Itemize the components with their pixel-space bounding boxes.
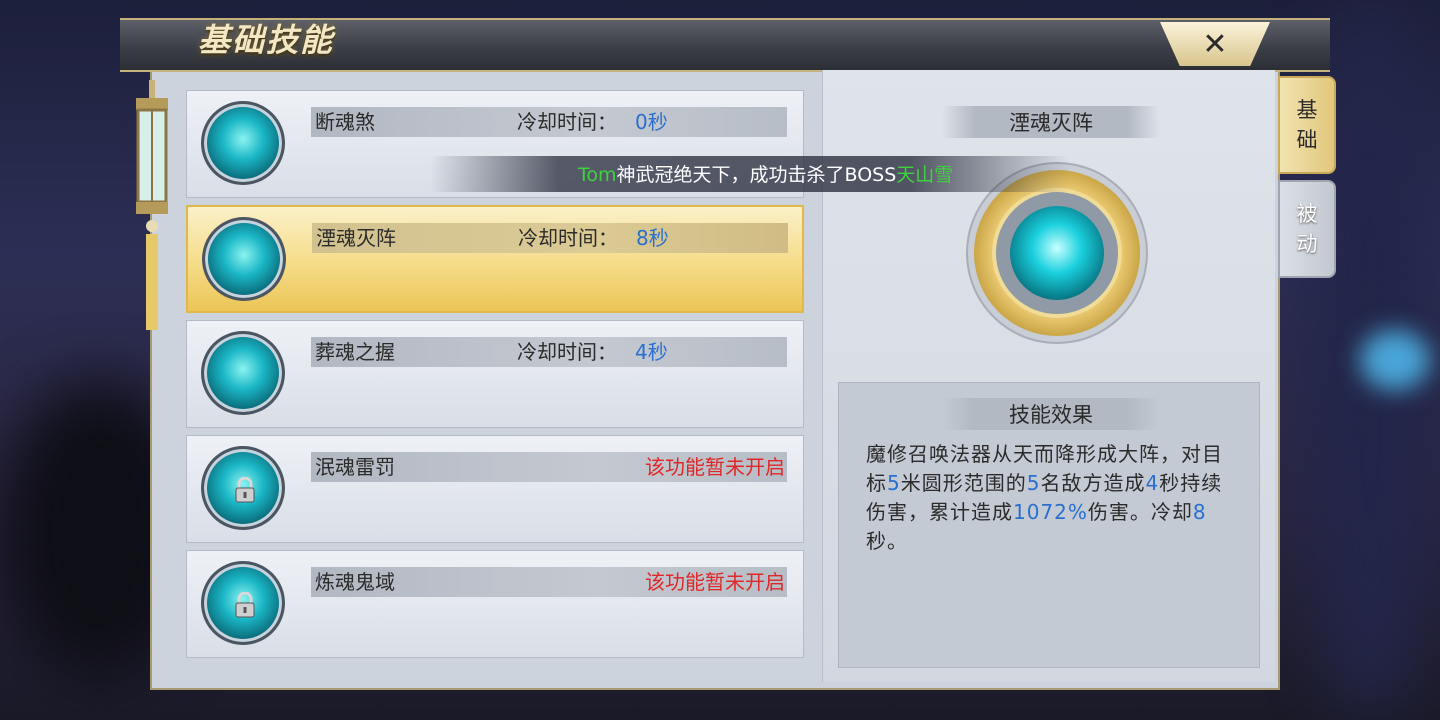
effect-text-segment: 秒。 xyxy=(866,529,908,553)
skill-name: 葬魂之握 xyxy=(315,340,395,364)
locked-status: 该功能暂未开启 xyxy=(645,570,785,594)
effect-text-segment: 米圆形范围的 xyxy=(900,471,1027,495)
lock-icon xyxy=(235,477,255,503)
skill-row[interactable]: 葬魂之握 冷却时间： 4秒 xyxy=(186,320,804,428)
kill-announcement: Tom神武冠绝天下，成功击杀了BOSS天山雪 xyxy=(578,158,953,192)
skill-name: 泯魂雷罚 xyxy=(315,455,395,479)
locked-status: 该功能暂未开启 xyxy=(645,455,785,479)
skill-icon-light-pillar xyxy=(202,217,286,301)
announcement-player: Tom xyxy=(578,164,617,186)
skill-icon-dark-slash xyxy=(201,101,285,185)
close-icon: ✕ xyxy=(1202,26,1228,62)
page-title: 基础技能 xyxy=(198,21,335,59)
announcement-text: 神武冠绝天下，成功击杀了BOSS xyxy=(616,164,897,186)
cooldown-label: 冷却时间： xyxy=(517,340,617,364)
lantern-decoration xyxy=(136,80,168,330)
effect-highlight-value: 5 xyxy=(887,471,901,495)
tab-basic-label: 基础 xyxy=(1296,98,1318,152)
announcement-boss: 天山雪 xyxy=(896,164,954,186)
skill-icon-thunder xyxy=(201,446,285,530)
skill-icon-grasp xyxy=(201,331,285,415)
cooldown-label: 冷却时间： xyxy=(517,110,617,134)
effect-highlight-value: 5 xyxy=(1026,471,1041,495)
tab-passive[interactable]: 被动 xyxy=(1278,180,1336,278)
skill-name: 炼魂鬼域 xyxy=(315,570,395,594)
skill-icon-ghost xyxy=(201,561,285,645)
tab-passive-label: 被动 xyxy=(1296,202,1318,256)
effect-highlight-value: 8 xyxy=(1192,500,1207,524)
skill-row-locked[interactable]: 泯魂雷罚 该功能暂未开启 xyxy=(186,435,804,543)
skill-name: 湮魂灭阵 xyxy=(316,226,396,250)
effect-text-segment: 名敌方造成 xyxy=(1040,471,1146,495)
cooldown-label: 冷却时间： xyxy=(518,226,618,250)
skill-name: 断魂煞 xyxy=(315,110,375,134)
background-light xyxy=(1360,330,1430,390)
cooldown-value: 4秒 xyxy=(635,340,668,364)
skill-row-selected[interactable]: 湮魂灭阵 冷却时间： 8秒 xyxy=(186,205,804,313)
effect-description: 魔修召唤法器从天而降形成大阵，对目标5米圆形范围的5名敌方造成4秒持续伤害，累计… xyxy=(866,440,1242,556)
tab-basic[interactable]: 基础 xyxy=(1278,76,1336,174)
cooldown-value: 0秒 xyxy=(635,110,668,134)
effect-text-segment: 伤害。冷却 xyxy=(1087,500,1193,524)
skill-icon-light-pillar-large xyxy=(1010,206,1104,300)
effect-title: 技能效果 xyxy=(942,398,1160,430)
cooldown-value: 8秒 xyxy=(636,226,669,250)
skill-row-locked[interactable]: 炼魂鬼域 该功能暂未开启 xyxy=(186,550,804,658)
detail-skill-name: 湮魂灭阵 xyxy=(942,106,1160,138)
effect-highlight-value: 1072% xyxy=(1013,500,1088,524)
lock-icon xyxy=(235,592,255,618)
effect-highlight-value: 4 xyxy=(1145,471,1160,495)
